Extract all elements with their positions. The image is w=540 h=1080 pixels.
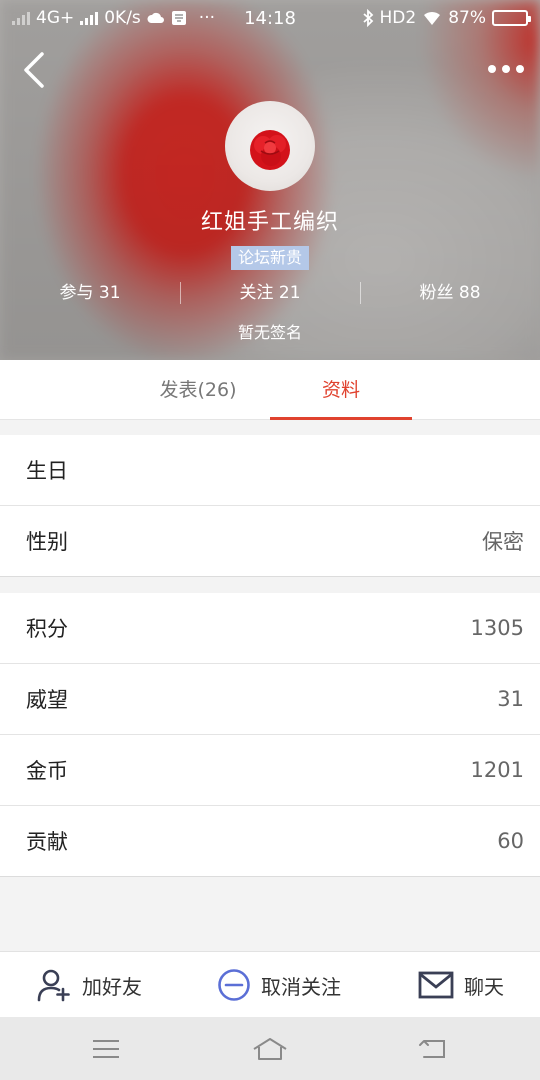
back-button[interactable]	[18, 50, 54, 90]
chevron-left-icon	[24, 52, 44, 88]
info-row-gender: 性别 保密	[0, 506, 540, 577]
clock: 14:18	[244, 7, 296, 29]
info-row-coins: 金币 1201	[0, 735, 540, 806]
info-row-points: 积分 1305	[0, 593, 540, 664]
info-label: 威望	[26, 688, 68, 712]
signature: 暂无签名	[237, 323, 302, 342]
tab-posts[interactable]: 发表(26)	[128, 360, 268, 420]
info-row-prestige: 威望 31	[0, 664, 540, 735]
info-label: 金币	[26, 759, 68, 783]
info-value: 1201	[470, 758, 524, 782]
info-label: 生日	[26, 459, 68, 483]
menu-icon	[93, 1040, 119, 1058]
info-label: 性别	[26, 530, 68, 554]
nav-home-button[interactable]	[250, 1035, 290, 1063]
info-value: 60	[497, 829, 524, 853]
profile-header: 4G+ 0K/s ··· 14:18 HD2 87% 红姐手工编织 论坛新贵 参…	[0, 0, 540, 360]
info-row-birthday: 生日	[0, 435, 540, 506]
chat-button[interactable]: 聊天	[418, 952, 504, 1018]
info-label: 积分	[26, 617, 68, 641]
nav-back-button[interactable]	[414, 1035, 454, 1063]
status-bar: 4G+ 0K/s ··· 14:18 HD2 87%	[0, 0, 540, 36]
rank-badge: 论坛新贵	[231, 246, 309, 270]
stats-row: 参与 31 关注 21 粉丝 88	[0, 280, 540, 306]
info-value: 31	[497, 687, 524, 711]
envelope-icon	[418, 971, 454, 999]
info-row-contribution: 贡献 60	[0, 806, 540, 877]
info-value: 保密	[482, 530, 524, 554]
minus-circle-icon	[218, 969, 250, 1001]
points-info-group: 积分 1305 威望 31 金币 1201 贡献 60	[0, 593, 540, 877]
add-friend-label: 加好友	[82, 974, 142, 999]
stat-fans[interactable]: 粉丝 88	[360, 280, 540, 306]
add-friend-button[interactable]: 加好友	[36, 952, 142, 1018]
system-nav-bar	[0, 1017, 540, 1080]
return-icon	[419, 1040, 445, 1058]
stat-following[interactable]: 关注 21	[180, 280, 360, 306]
username: 红姐手工编织	[200, 210, 339, 235]
more-dots-icon	[488, 65, 496, 73]
action-bar: 加好友 取消关注 聊天	[0, 951, 540, 1017]
avatar[interactable]	[225, 101, 315, 191]
unfollow-label: 取消关注	[261, 974, 341, 999]
tab-profile-info[interactable]: 资料	[270, 360, 412, 420]
rose-image	[250, 130, 290, 170]
battery-icon	[492, 10, 531, 26]
add-user-icon	[37, 969, 70, 1002]
home-icon	[253, 1038, 287, 1060]
info-label: 贡献	[26, 830, 68, 854]
chat-label: 聊天	[464, 974, 504, 999]
stat-participate[interactable]: 参与 31	[0, 280, 180, 306]
basic-info-group: 生日 性别 保密	[0, 435, 540, 577]
unfollow-button[interactable]: 取消关注	[217, 952, 341, 1018]
profile-tabs: 发表(26) 资料	[0, 360, 540, 420]
nav-menu-button[interactable]	[86, 1035, 126, 1063]
info-value: 1305	[470, 616, 524, 640]
more-options-button[interactable]	[486, 58, 526, 80]
